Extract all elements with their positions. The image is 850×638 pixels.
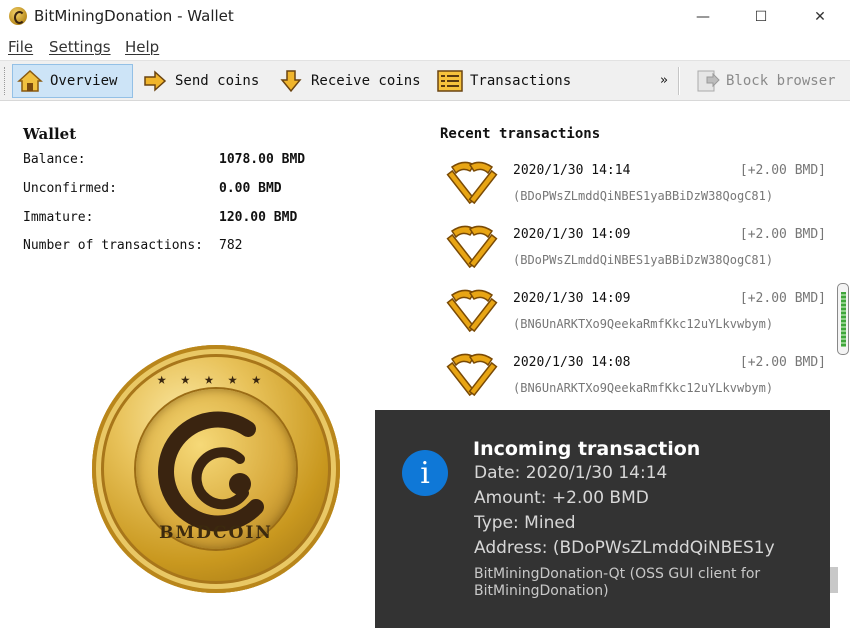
app-logo-icon	[9, 7, 27, 25]
incoming-transaction-notification[interactable]: i Incoming transaction Date: 2020/1/30 1…	[375, 410, 830, 628]
transaction-address: (BDoPWsZLmddQiNBES1yaBBiDzW38QogC81)	[513, 189, 774, 203]
home-icon	[17, 69, 43, 92]
mined-hammer-icon	[446, 353, 498, 397]
transaction-row[interactable]: 2020/1/30 14:14 [+2.00 BMD] (BDoPWsZLmdd…	[440, 155, 830, 217]
wallet-heading: Wallet	[23, 125, 77, 143]
transaction-amount: [+2.00 BMD]	[739, 291, 826, 306]
transaction-address: (BN6UnARKTXo9QeekaRmfKkc12uYLkvwbym)	[513, 381, 774, 395]
maximize-button[interactable]: ☐	[738, 0, 784, 33]
title-bar: BitMiningDonation - Wallet — ☐ ✕	[0, 0, 850, 33]
close-button[interactable]: ✕	[797, 0, 843, 33]
info-icon: i	[402, 450, 448, 496]
balance-value: 1078.00 BMD	[219, 152, 306, 167]
menu-file[interactable]: File	[8, 38, 33, 56]
transactions-label: Transactions	[470, 73, 572, 89]
receive-arrow-icon	[280, 70, 302, 93]
scrollbar-track[interactable]	[829, 567, 838, 593]
notification-amount: Amount: +2.00 BMD	[474, 488, 649, 508]
notification-date: Date: 2020/1/30 14:14	[474, 463, 668, 483]
transaction-amount: [+2.00 BMD]	[739, 163, 826, 178]
receive-coins-tab[interactable]: Receive coins	[274, 64, 427, 98]
transaction-date: 2020/1/30 14:14	[513, 163, 631, 178]
transactions-list-icon	[437, 70, 463, 92]
num-transactions-label: Number of transactions:	[23, 238, 204, 253]
transaction-address: (BDoPWsZLmddQiNBES1yaBBiDzW38QogC81)	[513, 253, 774, 267]
transaction-amount: [+2.00 BMD]	[739, 227, 826, 242]
mined-hammer-icon	[446, 161, 498, 205]
send-arrow-icon	[144, 70, 167, 92]
transaction-row[interactable]: 2020/1/30 14:09 [+2.00 BMD] (BN6UnARKTXo…	[440, 283, 830, 345]
toolbar-separator	[678, 67, 680, 95]
unconfirmed-value: 0.00 BMD	[219, 181, 282, 196]
transaction-row[interactable]: 2020/1/30 14:09 [+2.00 BMD] (BDoPWsZLmdd…	[440, 219, 830, 281]
notification-address: Address: (BDoPWsZLmddQiNBES1y	[474, 538, 775, 558]
transaction-row[interactable]: 2020/1/30 14:08 [+2.00 BMD] (BN6UnARKTXo…	[440, 347, 830, 409]
toolbar-grip[interactable]	[4, 67, 7, 95]
notification-source: BitMiningDonation-Qt (OSS GUI client for…	[474, 566, 761, 599]
recent-transactions-heading: Recent transactions	[440, 126, 601, 142]
mined-hammer-icon	[446, 289, 498, 333]
notification-title: Incoming transaction	[473, 438, 701, 460]
toolbar: Overview Send coins Receive coins Transa…	[0, 60, 850, 101]
menu-help[interactable]: Help	[125, 38, 159, 56]
block-browser-icon	[697, 70, 720, 92]
transactions-tab[interactable]: Transactions	[433, 64, 577, 98]
overview-tab[interactable]: Overview	[12, 64, 133, 98]
menu-settings[interactable]: Settings	[49, 38, 111, 56]
window-title: BitMiningDonation - Wallet	[34, 7, 234, 25]
transaction-date: 2020/1/30 14:08	[513, 355, 631, 370]
menu-bar: File Settings Help	[0, 36, 850, 60]
num-transactions-value: 782	[219, 238, 243, 253]
minimize-button[interactable]: —	[680, 0, 726, 33]
send-coins-label: Send coins	[175, 73, 260, 89]
coin-stars: ★★★★★	[156, 369, 276, 388]
immature-value: 120.00 BMD	[219, 210, 298, 225]
receive-coins-label: Receive coins	[311, 73, 421, 89]
block-browser-tab[interactable]: Block browser	[691, 64, 842, 98]
transaction-date: 2020/1/30 14:09	[513, 291, 631, 306]
notification-type: Type: Mined	[474, 513, 576, 533]
toolbar-overflow-button[interactable]: »	[660, 73, 668, 88]
transaction-date: 2020/1/30 14:09	[513, 227, 631, 242]
coin-name: BMDCOIN	[159, 523, 273, 543]
scrollbar-thumb[interactable]	[837, 283, 849, 355]
immature-label: Immature:	[23, 210, 94, 225]
scrollbar-grip	[841, 292, 846, 347]
block-browser-label: Block browser	[726, 73, 836, 89]
mined-hammer-icon	[446, 225, 498, 269]
overview-label: Overview	[50, 73, 118, 89]
transaction-address: (BN6UnARKTXo9QeekaRmfKkc12uYLkvwbym)	[513, 317, 774, 331]
transaction-amount: [+2.00 BMD]	[739, 355, 826, 370]
unconfirmed-label: Unconfirmed:	[23, 181, 117, 196]
balance-label: Balance:	[23, 152, 86, 167]
bmdcoin-logo: ★★★★★ BMDCOIN	[92, 345, 340, 593]
send-coins-tab[interactable]: Send coins	[138, 64, 265, 98]
